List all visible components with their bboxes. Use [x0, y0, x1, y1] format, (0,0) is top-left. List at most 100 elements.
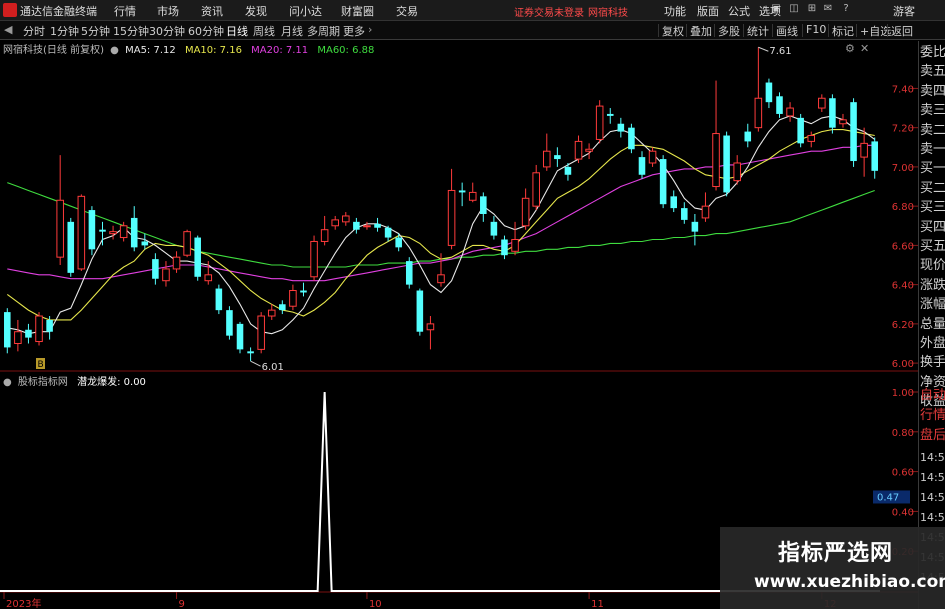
menu-item[interactable]: 资讯	[201, 3, 223, 19]
period-tab[interactable]: 多周期	[307, 23, 340, 39]
candle-body-down	[25, 329, 32, 338]
period-tab[interactable]: 分时	[23, 23, 45, 39]
toolbar-button[interactable]: 返回	[891, 23, 913, 39]
menu-right-item[interactable]: 公式	[728, 3, 750, 19]
period-tab[interactable]: 1分钟	[50, 23, 79, 39]
menu-item[interactable]: 市场	[157, 3, 179, 19]
candle-body-up	[648, 150, 657, 164]
menu-item[interactable]: 发现	[245, 3, 267, 19]
candle-body-up	[754, 97, 763, 129]
toolbar-separator	[658, 24, 659, 37]
period-tab[interactable]: 15分钟	[113, 23, 149, 39]
candle-body-up	[595, 105, 604, 140]
tick-time: 14:5	[920, 471, 945, 484]
expand-icon[interactable]: ⊞	[806, 3, 818, 15]
quote-field-label: 外盘	[920, 336, 945, 351]
candle-body-down	[353, 221, 360, 230]
candle-body-up	[511, 239, 519, 252]
period-tab[interactable]: 5分钟	[81, 23, 110, 39]
highlight-value: 0.47	[877, 492, 899, 503]
candle-body-up	[839, 119, 847, 125]
candle-body-up	[860, 142, 868, 158]
candle-body-up	[56, 199, 64, 258]
candle-body-up	[574, 140, 583, 160]
menu-right-item[interactable]: 选项	[759, 3, 781, 19]
period-tab[interactable]: 60分钟	[188, 23, 224, 39]
settings-dot-icon[interactable]: ●	[3, 377, 12, 388]
candle-body-up	[807, 135, 816, 142]
candle-body-down	[797, 117, 804, 144]
candle-body-up	[162, 268, 170, 282]
candle-body-down	[564, 166, 572, 175]
toolbar-button[interactable]: 画线	[776, 23, 798, 39]
restore-icon[interactable]: ◫	[788, 3, 800, 15]
period-tab[interactable]: 30分钟	[149, 23, 185, 39]
quote-field-label: 买五	[920, 239, 945, 254]
candle-body-down	[617, 123, 625, 132]
quote-field-label[interactable]: 自动	[920, 386, 945, 405]
y-axis-label: 6.60	[892, 241, 914, 252]
candle-body-down	[638, 157, 646, 175]
user-label[interactable]: 游客	[893, 3, 915, 19]
quote-field-label: 现价	[920, 258, 945, 274]
period-tab[interactable]: 更多	[343, 23, 365, 39]
candle-body-down	[670, 196, 678, 209]
chart-area[interactable]: 7.40 7.20 7.00 6.80 6.60 6.40 6.20 6.00 7.61 6.01…	[0, 41, 918, 609]
toolbar-button[interactable]: 叠加	[690, 23, 712, 39]
menu-item[interactable]: 交易	[396, 3, 418, 19]
y-axis-label: 7.20	[892, 124, 914, 135]
quote-field-label: 卖一	[920, 142, 945, 157]
candle-body-down	[236, 323, 244, 350]
toolbar-button[interactable]: F10	[806, 23, 826, 36]
chat-icon[interactable]: ✉	[822, 3, 834, 15]
toolbar-button[interactable]: 统计	[747, 23, 769, 39]
menu-item[interactable]: 财富圈	[341, 3, 374, 19]
candle-body-up	[267, 309, 276, 317]
toolbar-button[interactable]: 多股	[718, 23, 740, 39]
quote-field-label: 委比	[920, 45, 945, 60]
candle-body-up	[109, 231, 117, 235]
help-icon[interactable]: ?	[840, 3, 852, 15]
toolbar-button[interactable]: 复权	[662, 23, 684, 39]
login-notice[interactable]: 证券交易未登录	[514, 4, 584, 19]
back-arrow-icon[interactable]: ◀	[4, 23, 12, 36]
sub-y-axis-label: 0.60	[892, 468, 914, 479]
candle-body-up	[183, 231, 191, 256]
candle-body-down	[480, 196, 487, 214]
candle-body-up	[701, 205, 710, 219]
high-marker-line	[758, 46, 769, 52]
candle-body-down	[384, 227, 392, 238]
quote-field-label[interactable]: 行情	[920, 406, 945, 425]
candle-body-up	[818, 97, 826, 109]
candle-body-down	[300, 290, 307, 293]
candle-body-down	[458, 190, 466, 193]
menu-item[interactable]: 行情	[114, 3, 136, 19]
menu-right-item[interactable]: 功能	[664, 3, 686, 19]
toolbar-separator	[714, 24, 715, 37]
period-tab[interactable]: 周线	[253, 23, 275, 39]
menu-right-item[interactable]: 版面	[697, 3, 719, 19]
app-title: 通达信金融终端	[20, 5, 97, 18]
x-axis-label: 10	[369, 599, 382, 609]
x-axis-label: 9	[179, 599, 185, 609]
candle-body-up	[733, 162, 741, 182]
more-arrow-icon[interactable]: ›	[368, 23, 372, 36]
period-tab[interactable]: 月线	[281, 23, 303, 39]
candle-body-down	[374, 223, 381, 228]
y-axis-label: 6.00	[892, 359, 914, 370]
watermark-title: 指标严选网	[778, 541, 894, 566]
candle-body-up	[712, 133, 720, 188]
menu-item[interactable]: 问小达	[289, 3, 322, 19]
candle-body-up	[543, 150, 551, 168]
toolbar-separator	[856, 24, 857, 37]
toolbar-button[interactable]: 标记	[832, 23, 854, 39]
candle-body-up	[310, 240, 318, 278]
candle-body-down	[871, 141, 878, 171]
tdx-logo-icon	[3, 3, 17, 17]
candle-body-down	[606, 113, 614, 116]
candle-body-up	[257, 315, 265, 350]
broker-name[interactable]: 网宿科技	[588, 4, 628, 19]
period-tab[interactable]: 日线	[226, 23, 248, 39]
quote-field-label[interactable]: 盘后	[920, 426, 945, 445]
candle-body-up	[447, 189, 456, 246]
